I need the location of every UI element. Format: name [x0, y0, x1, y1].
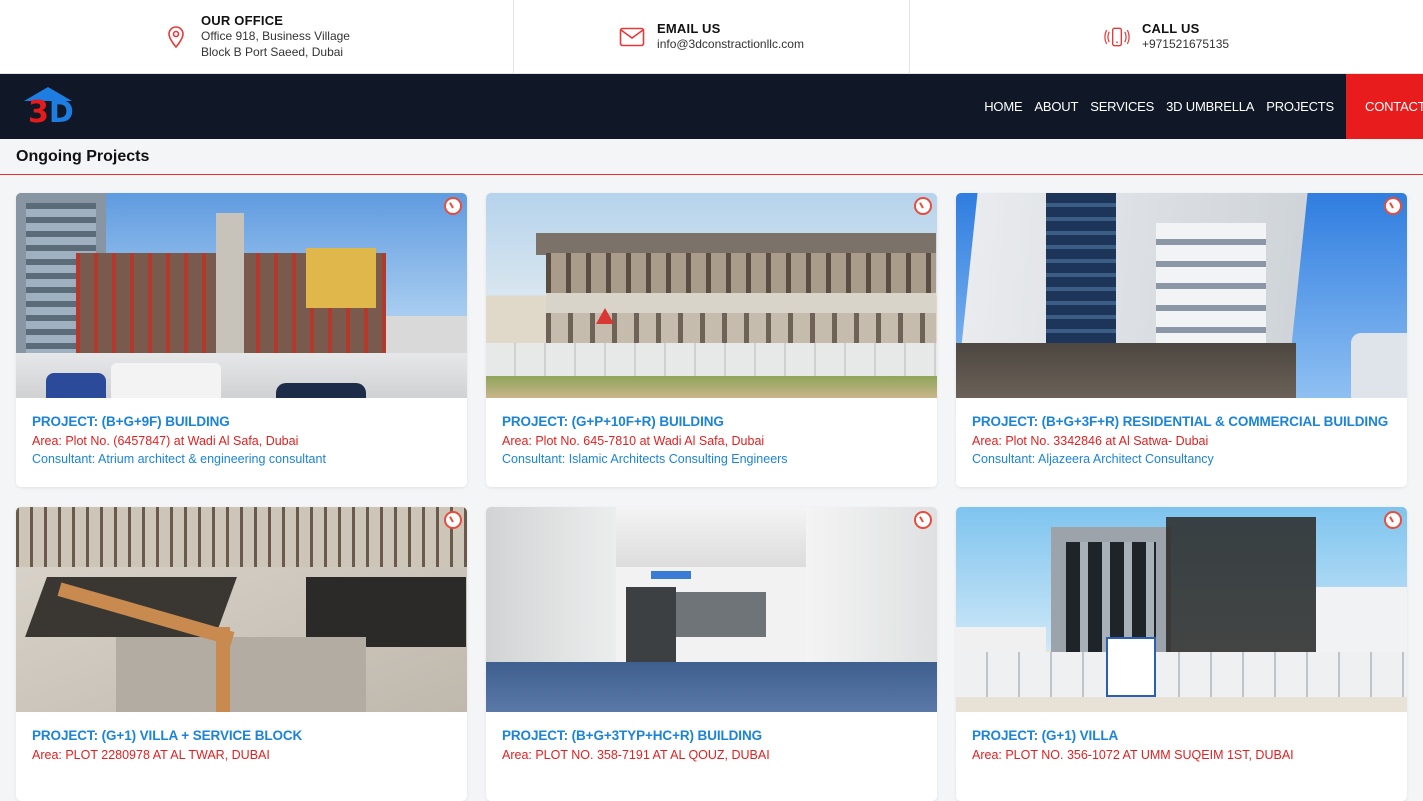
projects-grid: PROJECT: (B+G+9F) BUILDING Area: Plot No… [16, 193, 1407, 801]
project-title[interactable]: PROJECT: (G+P+10F+R) BUILDING [502, 414, 921, 429]
nav-home[interactable]: HOME [978, 74, 1028, 139]
clock-icon [914, 511, 932, 529]
main-navbar: 3D HOME ABOUT SERVICES 3D UMBRELLA PROJE… [0, 74, 1423, 139]
project-title[interactable]: PROJECT: (B+G+9F) BUILDING [32, 414, 451, 429]
nav-services[interactable]: SERVICES [1084, 74, 1160, 139]
project-consultant: Consultant: Islamic Architects Consultin… [502, 452, 788, 466]
project-area: Area: Plot No. (6457847) at Wadi Al Safa… [32, 434, 299, 448]
email-info: EMAIL US info@3dconstractionllc.com [514, 0, 910, 73]
project-consultant: Consultant: Atrium architect & engineeri… [32, 452, 326, 466]
project-area: Area: Plot No. 645-7810 at Wadi Al Safa,… [502, 434, 765, 448]
project-area: Area: PLOT 2280978 AT AL TWAR, DUBAI [32, 748, 270, 762]
clock-icon [444, 511, 462, 529]
project-card[interactable]: PROJECT: (G+1) VILLA Area: PLOT NO. 356-… [956, 507, 1407, 801]
mail-icon [619, 24, 645, 50]
top-info-bar: OUR OFFICE Office 918, Business Village … [0, 0, 1423, 74]
phone-link[interactable]: +971521675135 [1142, 36, 1229, 52]
project-card[interactable]: PROJECT: (B+G+9F) BUILDING Area: Plot No… [16, 193, 467, 487]
project-card[interactable]: PROJECT: (G+1) VILLA + SERVICE BLOCK Are… [16, 507, 467, 801]
project-card[interactable]: PROJECT: (B+G+3F+R) RESIDENTIAL & COMMER… [956, 193, 1407, 487]
clock-icon [914, 197, 932, 215]
project-card[interactable]: PROJECT: (B+G+3TYP+HC+R) BUILDING Area: … [486, 507, 937, 801]
email-title: EMAIL US [657, 21, 721, 36]
office-line2: Block B Port Saeed, Dubai [201, 45, 344, 59]
project-title[interactable]: PROJECT: (G+1) VILLA [972, 728, 1391, 743]
project-title[interactable]: PROJECT: (B+G+3F+R) RESIDENTIAL & COMMER… [972, 414, 1391, 429]
nav-contact-button[interactable]: CONTACT [1346, 74, 1423, 139]
site-logo[interactable]: 3D [20, 85, 80, 130]
clock-icon [1384, 197, 1402, 215]
phone-icon [1104, 24, 1130, 50]
project-image [16, 193, 467, 398]
nav-projects[interactable]: PROJECTS [1260, 74, 1340, 139]
project-image [486, 507, 937, 712]
project-title[interactable]: PROJECT: (G+1) VILLA + SERVICE BLOCK [32, 728, 451, 743]
office-line1: Office 918, Business Village [201, 29, 350, 43]
clock-icon [444, 197, 462, 215]
project-area: Area: PLOT NO. 358-7191 AT AL QOUZ, DUBA… [502, 748, 770, 762]
project-area: Area: PLOT NO. 356-1072 AT UMM SUQEIM 1S… [972, 748, 1294, 762]
nav-3d-umbrella[interactable]: 3D UMBRELLA [1160, 74, 1260, 139]
section-header: Ongoing Projects [0, 139, 1423, 175]
project-title[interactable]: PROJECT: (B+G+3TYP+HC+R) BUILDING [502, 728, 921, 743]
call-info: CALL US +971521675135 [910, 0, 1423, 73]
office-title: OUR OFFICE [201, 13, 284, 28]
project-consultant: Consultant: Aljazeera Architect Consulta… [972, 452, 1214, 466]
location-pin-icon [163, 24, 189, 50]
call-title: CALL US [1141, 21, 1200, 36]
section-title: Ongoing Projects [16, 147, 150, 165]
logo-text-3: 3 [28, 94, 49, 130]
project-image [16, 507, 467, 712]
logo-text-d: D [48, 94, 74, 130]
office-info: OUR OFFICE Office 918, Business Village … [0, 0, 514, 73]
nav-about[interactable]: ABOUT [1028, 74, 1084, 139]
nav-menu: HOME ABOUT SERVICES 3D UMBRELLA PROJECTS… [978, 74, 1423, 139]
email-link[interactable]: info@3dconstractionllc.com [657, 36, 804, 52]
project-image [956, 193, 1407, 398]
project-image [956, 507, 1407, 712]
project-card[interactable]: PROJECT: (G+P+10F+R) BUILDING Area: Plot… [486, 193, 937, 487]
clock-icon [1384, 511, 1402, 529]
project-image [486, 193, 937, 398]
project-area: Area: Plot No. 3342846 at Al Satwa- Duba… [972, 434, 1209, 448]
